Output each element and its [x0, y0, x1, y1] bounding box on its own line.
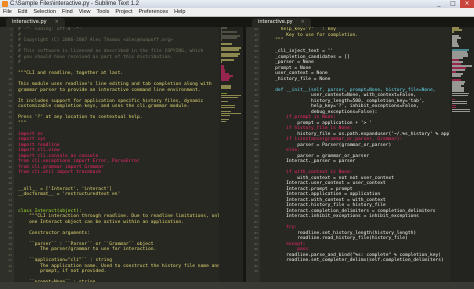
minimap-line: [221, 55, 239, 57]
menu-bar: File Edit Selection Find View Tools Proj…: [0, 8, 474, 17]
minimap-line: [221, 59, 234, 61]
minimap-line: [452, 45, 459, 47]
minimap-line: [452, 110, 471, 113]
menu-preferences[interactable]: Preferences: [136, 8, 172, 16]
close-tab-icon[interactable]: ×: [301, 19, 305, 25]
minimap-line: [452, 75, 462, 77]
menu-file[interactable]: File: [0, 8, 15, 16]
status-bar: [0, 282, 474, 289]
minimap-line: [221, 120, 227, 123]
menu-view[interactable]: View: [76, 8, 94, 16]
maximize-button[interactable]: □: [446, 0, 460, 8]
minimap-line: [221, 37, 237, 39]
code-line: """CLI interaction through readline. Due…: [18, 214, 223, 219]
tab-label: interactive.py: [12, 19, 47, 25]
menu-help[interactable]: Help: [171, 8, 188, 16]
sublime-app-icon: [2, 1, 8, 7]
line-number-gutter: 1 2 3 4 5 6 7 8 9 10 11 12 13 14 15 16 17 18 19 20 21 22 23 24 2…: [0, 27, 14, 282]
close-tab-icon[interactable]: ×: [55, 19, 59, 25]
minimap-line: [221, 49, 240, 51]
minimap-line: [452, 94, 468, 97]
window-title: C:\Sample Files\interactive.py - Sublime…: [10, 1, 139, 7]
minimize-button[interactable]: _: [432, 0, 446, 8]
left-tab-bar: interactive.py ×: [0, 17, 243, 27]
line-number-gutter: 46 47 48 49 50 51 52 53 54 55 56 57 58 59 60 61 62 63 64 65…: [246, 27, 260, 282]
code-area[interactable]: ``help_key='?'`` : key Key to use for co…: [264, 27, 474, 275]
minimap-line: [221, 100, 229, 103]
menu-project[interactable]: Project: [112, 8, 135, 16]
menu-tools[interactable]: Tools: [94, 8, 113, 16]
code-line: readline.set_completer_delims(self.compl…: [264, 258, 444, 263]
close-button[interactable]: ×: [460, 0, 474, 8]
right-tab-bar: interactive.py ×: [246, 17, 474, 27]
line-number: 90: [254, 269, 258, 273]
menu-selection[interactable]: Selection: [30, 8, 59, 16]
code-line: grammar parser to provide an interactive…: [18, 87, 201, 93]
code-area[interactable]: # -*- coding: utf-8 -*- # # Copyright (C) …: [18, 27, 223, 282]
minimap-line: [221, 43, 232, 45]
line-number: 45: [8, 269, 12, 273]
left-editor-pane[interactable]: 1 2 3 4 5 6 7 8 9 10 11 12 13 14 15 16 17 18 19 20 21 22 23 24 2…: [0, 27, 243, 282]
menu-edit[interactable]: Edit: [15, 8, 30, 16]
minimap-line: [221, 27, 228, 29]
title-bar: C:\Sample Files\interactive.py - Sublime…: [0, 0, 474, 8]
minimap-line: [221, 61, 222, 63]
minimap-line: [221, 78, 230, 81]
minimap-line: [221, 86, 232, 89]
tab-label: interactive.py: [258, 19, 293, 25]
minimap-line: [221, 114, 230, 117]
code-line: This module uses readline's line editing…: [18, 82, 212, 87]
minimap-line: [221, 31, 237, 33]
tab-right-interactive[interactable]: interactive.py ×: [252, 18, 311, 27]
right-editor-pane[interactable]: 46 47 48 49 50 51 52 53 54 55 56 57 58 59 60 61 62 63 64 65…: [246, 27, 474, 282]
tab-left-interactive[interactable]: interactive.py ×: [6, 18, 65, 27]
minimap-line: [221, 106, 235, 109]
minimap[interactable]: [219, 27, 243, 282]
minimap-line: [221, 96, 238, 99]
minimap-line: [452, 31, 454, 33]
menu-find[interactable]: Find: [59, 8, 76, 16]
minimap[interactable]: [450, 27, 474, 282]
code-line: # This software is licensed as described…: [18, 49, 204, 54]
